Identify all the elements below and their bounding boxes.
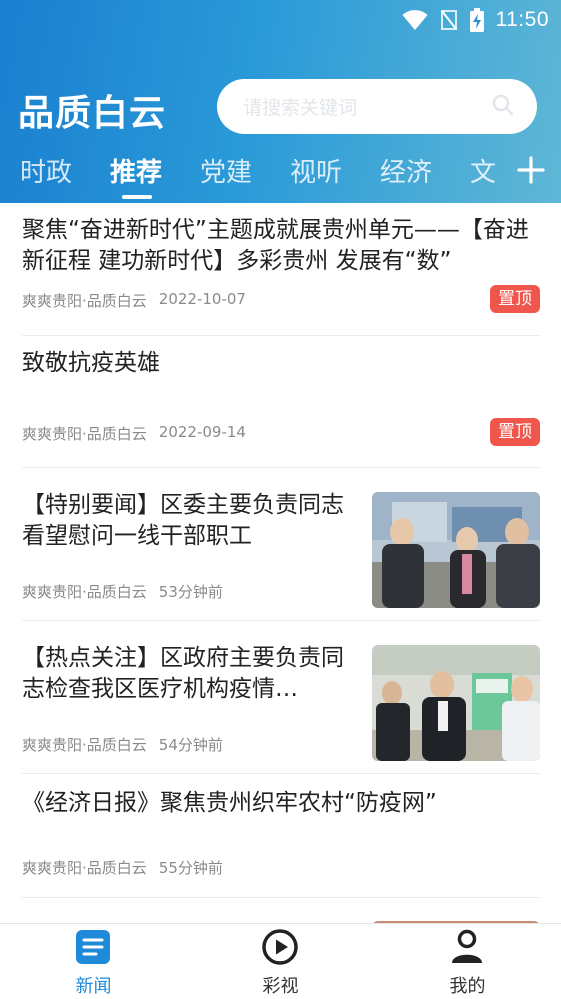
article-meta: 爽爽贵阳·品质白云 2022-10-07: [22, 290, 246, 311]
article-thumbnail: [372, 492, 540, 608]
search-box[interactable]: 请搜索关键词: [217, 79, 537, 134]
tab-tuijian[interactable]: 推荐: [110, 152, 162, 189]
article-list: 聚焦“奋进新时代”主题成就展贵州单元——【奋进新征程 建功新时代】多彩贵州 发展…: [0, 203, 561, 923]
article-time: 53分钟前: [158, 583, 223, 601]
play-circle-icon: [261, 928, 299, 966]
pinned-badge: 置顶: [490, 285, 540, 313]
nav-label: 彩视: [262, 976, 299, 997]
article-title: 致敬抗疫英雄: [22, 350, 160, 376]
article-item[interactable]: 【特别要闻】区委主要负责同志看望慰问一线干部职工 爽爽贵阳·品质白云 53分钟前: [22, 468, 540, 621]
channel-tabs: 时政 推荐 党建 视听 经济 文: [0, 148, 561, 203]
article-meta: 爽爽贵阳·品质白云 2022-09-14: [22, 423, 246, 444]
no-signal-icon: [440, 9, 458, 31]
article-item[interactable]: 【热点关注】区政府主要负责同志检查我区医疗机构疫情… 爽爽贵阳·品质白云 54分…: [22, 621, 540, 774]
tab-dangjian[interactable]: 党建: [200, 152, 252, 189]
article-time: 2022-10-07: [158, 290, 246, 308]
status-bar: 11:50: [402, 6, 550, 34]
article-item[interactable]: 致敬抗疫英雄 爽爽贵阳·品质白云 2022-09-14 置顶: [22, 336, 540, 468]
article-title: 《经济日报》聚焦贵州织牢农村“防疫网”: [22, 790, 437, 816]
status-time: 11:50: [495, 8, 549, 31]
bottom-navigation: 新闻 彩视 我的: [0, 923, 561, 999]
article-title: 聚焦“奋进新时代”主题成就展贵州单元——【奋进新征程 建功新时代】多彩贵州 发展…: [22, 217, 529, 274]
search-icon[interactable]: [491, 93, 515, 121]
article-thumbnail: [372, 645, 540, 761]
article-time: 2022-09-14: [158, 423, 246, 441]
tab-shizheng[interactable]: 时政: [20, 152, 72, 189]
article-source: 爽爽贵阳·品质白云: [22, 425, 147, 443]
article-meta: 爽爽贵阳·品质白云 54分钟前: [22, 734, 223, 755]
wifi-icon: [402, 9, 428, 31]
article-meta: 爽爽贵阳·品质白云 55分钟前: [22, 857, 223, 878]
news-icon: [74, 928, 112, 966]
pinned-badge: 置顶: [490, 418, 540, 446]
nav-profile[interactable]: 我的: [374, 924, 561, 999]
nav-video[interactable]: 彩视: [187, 924, 374, 999]
article-time: 54分钟前: [158, 736, 223, 754]
article-title: 【热点关注】区政府主要负责同志检查我区医疗机构疫情…: [22, 645, 344, 702]
article-time: 55分钟前: [158, 859, 223, 877]
add-channel-icon[interactable]: [513, 152, 549, 188]
article-meta: 爽爽贵阳·品质白云 53分钟前: [22, 581, 223, 602]
nav-label: 新闻: [75, 976, 112, 997]
tab-shiting[interactable]: 视听: [290, 152, 342, 189]
article-source: 爽爽贵阳·品质白云: [22, 736, 147, 754]
battery-charging-icon: [469, 8, 484, 32]
app-logo: 品质白云: [18, 93, 167, 134]
nav-label: 我的: [449, 976, 486, 997]
article-source: 爽爽贵阳·品质白云: [22, 292, 147, 310]
article-source: 爽爽贵阳·品质白云: [22, 583, 147, 601]
tab-jingji[interactable]: 经济: [380, 152, 432, 189]
tab-wen[interactable]: 文: [470, 152, 496, 189]
article-title: 【特别要闻】区委主要负责同志看望慰问一线干部职工: [22, 492, 344, 549]
tab-indicator: [122, 195, 152, 199]
article-source: 爽爽贵阳·品质白云: [22, 859, 147, 877]
article-item[interactable]: 聚焦“奋进新时代”主题成就展贵州单元——【奋进新征程 建功新时代】多彩贵州 发展…: [22, 203, 540, 336]
user-icon: [448, 928, 486, 966]
nav-news[interactable]: 新闻: [0, 924, 187, 999]
article-item[interactable]: 《经济日报》聚焦贵州织牢农村“防疫网” 爽爽贵阳·品质白云 55分钟前: [22, 774, 540, 898]
search-placeholder: 请搜索关键词: [243, 97, 358, 119]
app-header: 11:50 品质白云 请搜索关键词 时政 推荐 党建 视听 经济 文: [0, 0, 561, 203]
